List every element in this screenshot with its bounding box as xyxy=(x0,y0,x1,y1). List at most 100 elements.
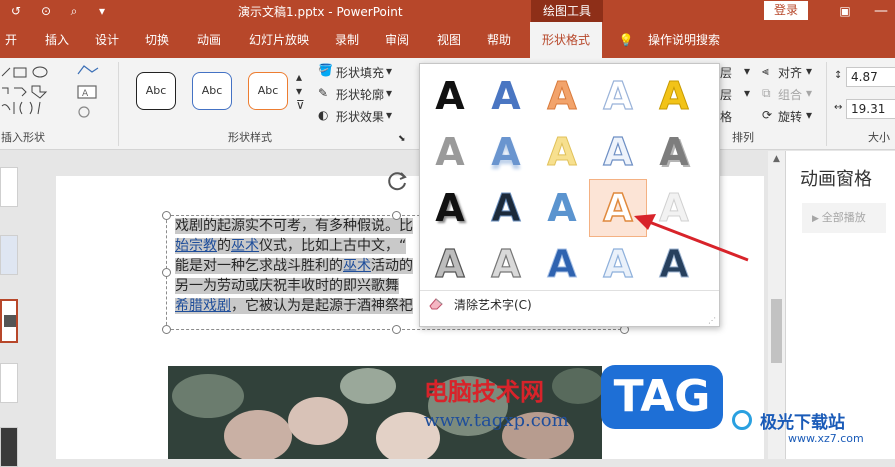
link-witchcraft[interactable]: 巫术 xyxy=(231,238,259,254)
shape-outline-button[interactable]: 形状轮廓 xyxy=(336,86,384,103)
group-button[interactable]: 组合 xyxy=(778,86,802,103)
chevron-down-icon[interactable]: ▾ xyxy=(744,64,750,78)
rotate-handle-icon[interactable] xyxy=(384,168,410,194)
style-scroll-up-icon[interactable]: ▴ xyxy=(296,70,302,84)
login-button[interactable]: 登录 xyxy=(764,1,808,20)
resize-handle[interactable] xyxy=(162,211,171,220)
wordart-style-16[interactable]: A xyxy=(422,236,478,292)
shape-height-input[interactable]: 4.87 xyxy=(846,67,895,87)
slide-thumbnail[interactable] xyxy=(0,427,18,467)
clear-wordart-menu-item[interactable]: 清除艺术字(C) xyxy=(420,290,719,314)
wordart-style-8[interactable]: A xyxy=(534,124,590,180)
wordart-style-13[interactable]: A xyxy=(534,180,590,236)
separator xyxy=(826,62,827,146)
minimize-icon[interactable]: — xyxy=(872,2,890,20)
chevron-down-icon[interactable]: ▾ xyxy=(806,64,812,78)
search-doc-icon[interactable]: ⌕ xyxy=(66,3,82,19)
wordart-style-4[interactable]: A xyxy=(590,68,646,124)
wordart-style-5[interactable]: A xyxy=(646,68,702,124)
text-span: 的 xyxy=(217,238,231,254)
tab-insert[interactable]: 插入 xyxy=(40,22,74,58)
selection-pane-button[interactable]: 格 xyxy=(720,108,732,125)
shape-style-black[interactable]: Abc xyxy=(136,72,176,110)
slide-thumbnail-selected[interactable] xyxy=(0,299,18,343)
wordart-style-18[interactable]: A xyxy=(534,236,590,292)
resize-handle[interactable] xyxy=(162,325,171,334)
text-line-4: 另一为劳动或庆祝丰收时的即兴歌舞 xyxy=(175,278,399,294)
wordart-style-6[interactable]: A xyxy=(422,124,478,180)
tab-shape-format[interactable]: 形状格式 xyxy=(530,22,602,58)
align-button[interactable]: 对齐 xyxy=(778,64,802,81)
link-primitive-religion[interactable]: 始宗教 xyxy=(175,238,217,254)
style-scroll-down-icon[interactable]: ▾ xyxy=(296,84,302,98)
shape-fill-button[interactable]: 形状填充 xyxy=(336,64,384,81)
rotate-icon: ⟳ xyxy=(762,108,773,122)
autosave-icon[interactable]: ↺ xyxy=(8,3,24,19)
resize-handle[interactable] xyxy=(162,268,171,277)
chevron-down-icon[interactable]: ▾ xyxy=(386,64,392,78)
customize-quick-access-icon[interactable]: ▾ xyxy=(94,3,110,19)
shape-style-blue[interactable]: Abc xyxy=(192,72,232,110)
play-icon: ▶ xyxy=(812,214,822,224)
bring-forward-button[interactable]: 层 xyxy=(720,64,732,81)
chevron-down-icon[interactable]: ▾ xyxy=(806,108,812,122)
wordart-style-11[interactable]: A xyxy=(422,180,478,236)
dialog-launcher-icon[interactable]: ⬊ xyxy=(398,134,406,144)
ribbon-display-options-icon[interactable]: ▣ xyxy=(836,2,854,20)
slide-thumbnail[interactable] xyxy=(0,363,18,403)
watermark-site-url: www.tagxp.com xyxy=(424,410,569,431)
text-span: 活动的 xyxy=(371,258,413,274)
shapes-icons xyxy=(1,66,48,115)
shape-effects-button[interactable]: 形状效果 xyxy=(336,108,384,125)
slide-thumbnail[interactable] xyxy=(0,167,18,207)
svg-text:A: A xyxy=(82,89,89,99)
shapes-gallery[interactable] xyxy=(0,62,70,120)
ribbon-tabs: 开始 插入 设计 切换 动画 幻灯片放映 录制 审阅 视图 帮助 形状格式 💡 … xyxy=(0,22,895,83)
link-witchcraft-2[interactable]: 巫术 xyxy=(343,258,371,274)
tab-review[interactable]: 审阅 xyxy=(380,22,414,58)
tell-me-search[interactable]: 操作说明搜索 xyxy=(642,22,726,58)
shape-width-input[interactable]: 19.31 xyxy=(846,99,895,119)
shape-style-orange[interactable]: Abc xyxy=(248,72,288,110)
tab-slideshow[interactable]: 幻灯片放映 xyxy=(246,22,312,58)
scroll-up-icon[interactable]: ▲ xyxy=(770,153,783,166)
title-bar: ↺ ⊙ ⌕ ▾ 演示文稿1.pptx - PowerPoint 绘图工具 登录 … xyxy=(0,0,895,22)
chevron-down-icon[interactable]: ▾ xyxy=(386,108,392,122)
text-span: 仪式，比如上古中文，“ xyxy=(259,238,407,254)
annotation-arrow xyxy=(634,214,749,262)
animation-pane-title: 动画窗格 xyxy=(800,169,872,190)
tab-design[interactable]: 设计 xyxy=(90,22,124,58)
resize-handle[interactable] xyxy=(392,211,401,220)
tab-animations[interactable]: 动画 xyxy=(192,22,226,58)
tab-home[interactable]: 开始 xyxy=(0,22,22,83)
rotate-button[interactable]: 旋转 xyxy=(778,108,802,125)
wordart-style-12[interactable]: A xyxy=(478,180,534,236)
send-backward-button[interactable]: 层 xyxy=(720,86,732,103)
play-all-button[interactable]: ▶ 全部播放 xyxy=(802,203,886,233)
tab-help[interactable]: 帮助 xyxy=(482,22,516,58)
tab-view[interactable]: 视图 xyxy=(432,22,466,58)
chevron-down-icon[interactable]: ▾ xyxy=(806,86,812,100)
effects-icon: ◐ xyxy=(318,108,329,122)
wordart-style-10[interactable]: A xyxy=(646,124,702,180)
wordart-style-3[interactable]: A xyxy=(534,68,590,124)
link-greek-drama[interactable]: 希腊戏剧 xyxy=(175,298,231,314)
resize-handle[interactable] xyxy=(392,325,401,334)
resize-grip-icon[interactable]: ⋰ xyxy=(708,316,716,325)
wordart-style-7[interactable]: A xyxy=(478,124,534,180)
present-icon[interactable]: ⊙ xyxy=(38,3,54,19)
slide-thumbnail[interactable] xyxy=(0,235,18,275)
watermark-brand-name: 极光下载站 xyxy=(760,413,845,433)
wordart-style-1[interactable]: A xyxy=(422,68,478,124)
wordart-style-9[interactable]: A xyxy=(590,124,646,180)
chevron-down-icon[interactable]: ▾ xyxy=(744,86,750,100)
text-span: 能是对一种乞求战斗胜利的 xyxy=(175,258,343,274)
scrollbar-thumb[interactable] xyxy=(771,299,782,363)
chevron-down-icon[interactable]: ▾ xyxy=(386,86,392,100)
style-more-icon[interactable]: ⊽ xyxy=(296,98,305,112)
tab-transitions[interactable]: 切换 xyxy=(140,22,174,58)
wordart-style-17[interactable]: A xyxy=(478,236,534,292)
wordart-style-2[interactable]: A xyxy=(478,68,534,124)
tab-record[interactable]: 录制 xyxy=(330,22,364,58)
edit-shape-icons[interactable]: A xyxy=(74,62,104,122)
